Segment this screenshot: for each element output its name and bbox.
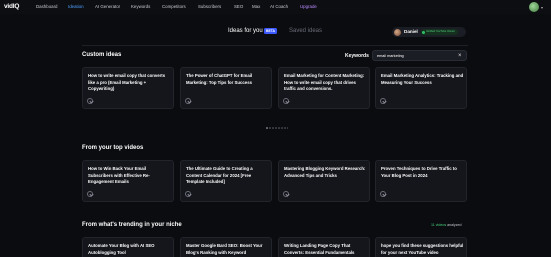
idea-card[interactable]: How to Win Back Your Email Subscribers w… (82, 160, 174, 202)
nav-ideation[interactable]: Ideation (68, 4, 84, 9)
idea-card[interactable]: Email Marketing for Content Marketing: H… (278, 67, 370, 109)
idea-card-title: Mastering Blogging Keyword Research: Adv… (284, 166, 366, 178)
nav-subscribers[interactable]: Subscribers (198, 4, 221, 9)
nav-ai-coach[interactable]: AI Coach (270, 4, 288, 9)
chevron-circle-icon[interactable] (283, 98, 289, 104)
nav-upgrade[interactable]: Upgrade (300, 4, 317, 9)
verified-owner-badge: Verified YouTube Owner (421, 29, 458, 35)
idea-card[interactable]: Proven Techniques to Drive Traffic to Yo… (375, 160, 467, 202)
idea-card[interactable]: The Power of ChatGPT for Email Marketing… (180, 67, 272, 109)
trending-title: From what's trending in your niche (82, 222, 182, 228)
chevron-circle-icon[interactable] (185, 98, 191, 104)
videos-count: 11 videos (431, 223, 447, 227)
idea-card[interactable]: The Ultimate Guide to Creating a Content… (180, 160, 272, 202)
idea-card[interactable]: Mastering Blogging Keyword Research: Adv… (278, 160, 370, 202)
idea-card-title: How to write email copy that converts li… (88, 73, 166, 92)
chevron-circle-icon[interactable] (380, 98, 386, 104)
idea-card[interactable]: Writing Landing Page Copy That Converts:… (278, 237, 370, 257)
pagination-dot[interactable] (277, 127, 280, 129)
nav-competitors[interactable]: Competitors (162, 4, 186, 9)
top-videos-title: From your top videos (82, 145, 144, 151)
keyword-input[interactable]: email marketing (372, 50, 467, 61)
tabs-divider (82, 45, 468, 46)
account-avatar[interactable] (529, 2, 539, 12)
pagination-dot[interactable] (268, 127, 271, 129)
chevron-circle-icon[interactable] (87, 98, 93, 104)
idea-card-title: The Ultimate Guide to Creating a Content… (186, 166, 253, 185)
idea-card-title: Writing Landing Page Copy That Converts:… (284, 243, 355, 255)
pagination-dot[interactable] (280, 127, 283, 129)
idea-card[interactable]: Automate Your Blog with AI SEO Autoblogg… (82, 237, 174, 257)
vidiq-logo[interactable]: vidIQ (4, 3, 19, 10)
nav-keywords[interactable]: Keywords (131, 4, 150, 9)
logo-text: vid (4, 3, 13, 10)
idea-card-title: The Power of ChatGPT for Email Marketing… (186, 73, 253, 85)
idea-card[interactable]: Email Marketing Analytics: Tracking and … (375, 67, 467, 109)
chevron-circle-icon[interactable] (380, 191, 386, 197)
idea-card-title: hope you find these suggestions helpful … (381, 243, 464, 255)
keywords-label: Keywords (345, 53, 369, 59)
idea-card[interactable]: How to write email copy that converts li… (82, 67, 174, 109)
chevron-circle-icon[interactable] (185, 191, 191, 197)
tab-saved-ideas[interactable]: Saved ideas (289, 28, 322, 34)
beta-badge: BETA (264, 28, 277, 34)
idea-card[interactable]: Master Google Bard SEO: Boost Your Blog'… (180, 237, 272, 257)
pagination-dot[interactable] (266, 127, 268, 129)
tab-ideas-for-you[interactable]: Ideas for you (228, 28, 263, 34)
channel-avatar (394, 28, 401, 36)
idea-card-title: How to Win Back Your Email Subscribers w… (88, 166, 150, 185)
pagination-dots (266, 127, 289, 129)
idea-card-title: Automate Your Blog with AI SEO Autoblogg… (88, 243, 155, 255)
pagination-dot[interactable] (283, 127, 286, 129)
pagination-dot[interactable] (271, 127, 274, 129)
pagination-dot[interactable] (274, 127, 277, 129)
idea-card[interactable]: hope you find these suggestions helpful … (375, 237, 467, 257)
chevron-down-icon[interactable]: ▾ (541, 5, 543, 10)
channel-selector[interactable]: Daniel Verified YouTube Owner (392, 27, 466, 37)
idea-card-title: Master Google Bard SEO: Boost Your Blog'… (186, 243, 263, 255)
nav-max[interactable]: Max (252, 4, 260, 9)
custom-ideas-title: Custom ideas (82, 52, 122, 58)
logo-iq-text: IQ (12, 3, 20, 10)
chevron-circle-icon[interactable] (87, 191, 93, 197)
idea-card-title: Proven Techniques to Drive Traffic to Yo… (381, 166, 457, 178)
nav-ai-generator[interactable]: AI Generator (95, 4, 120, 9)
top-nav-bar: vidIQ Dashboard Ideation AI Generator Ke… (0, 0, 551, 14)
close-icon[interactable]: × (458, 52, 462, 60)
nav-dashboard[interactable]: Dashboard (36, 4, 57, 9)
videos-analyzed-suffix: analyzed (446, 223, 462, 227)
idea-card-title: Email Marketing Analytics: Tracking and … (381, 73, 464, 85)
pagination-dot[interactable] (286, 127, 289, 129)
channel-name: Daniel (404, 29, 418, 35)
idea-card-title: Email Marketing for Content Marketing: H… (284, 73, 365, 92)
nav-seo[interactable]: SEO (234, 4, 243, 9)
chevron-circle-icon[interactable] (283, 191, 289, 197)
videos-analyzed-count: 11 videos analyzed (431, 223, 462, 227)
